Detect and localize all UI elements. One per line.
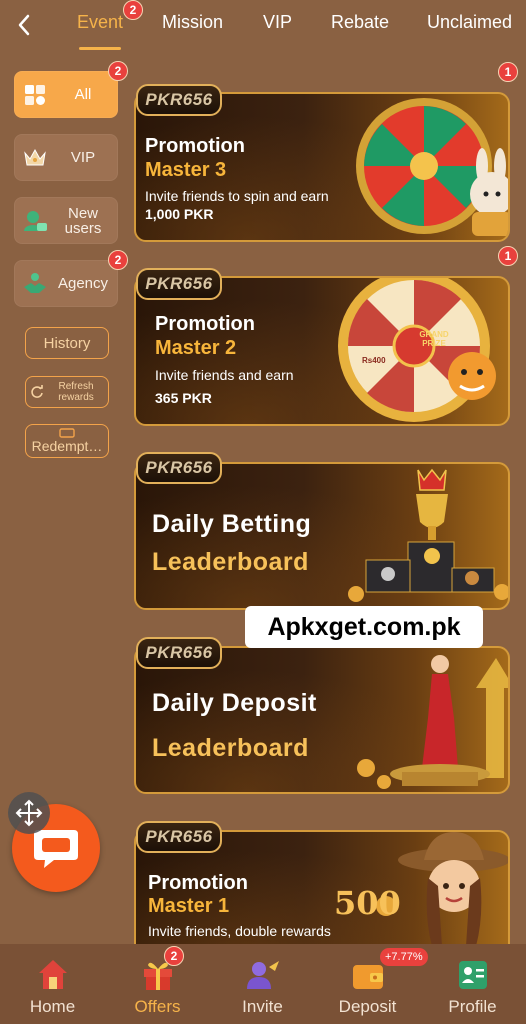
nav-label: Home bbox=[29, 997, 76, 1016]
brand-logo-tag: PKR656 bbox=[136, 821, 222, 853]
deposit-winner-icon bbox=[357, 655, 508, 789]
sidebar-item-label: New users bbox=[64, 204, 102, 237]
banner-2-badge: 1 bbox=[498, 246, 518, 266]
crown-icon bbox=[22, 145, 48, 171]
handshake-icon bbox=[22, 271, 48, 297]
refresh-label: Refresh rewards bbox=[58, 381, 94, 403]
nav-invite[interactable]: Invite bbox=[210, 944, 315, 1024]
nav-label: Offers bbox=[134, 997, 181, 1016]
new-user-icon bbox=[22, 208, 48, 234]
grid-icon bbox=[22, 82, 48, 108]
sidebar-item-label: VIP bbox=[70, 149, 96, 166]
nav-label: Invite bbox=[242, 997, 283, 1016]
tab-event[interactable]: Event bbox=[77, 12, 123, 33]
sidebar-all-badge: 2 bbox=[108, 61, 128, 81]
sidebar-item-label: All bbox=[74, 86, 92, 103]
brand-logo-tag: PKR656 bbox=[136, 637, 222, 669]
brand-logo-tag: PKR656 bbox=[136, 84, 222, 116]
move-arrows-icon bbox=[15, 799, 43, 827]
chat-bubble-icon bbox=[34, 830, 78, 868]
bottom-navigation: Home Offers Invite Deposit Profile bbox=[0, 944, 526, 1024]
banner-description: Invite friends, double rewards bbox=[148, 923, 331, 939]
refresh-rewards-button[interactable]: Refresh rewards bbox=[25, 376, 109, 408]
redemption-label: Redempt… bbox=[31, 438, 103, 454]
banner-title: Promotion bbox=[155, 313, 255, 335]
banner-title: Promotion bbox=[145, 135, 245, 157]
banner-title: Daily Deposit bbox=[152, 689, 317, 717]
wheel-grand-prize-label: GRAND PRIZE bbox=[419, 330, 449, 348]
nav-profile[interactable]: Profile bbox=[420, 944, 525, 1024]
profile-icon bbox=[455, 956, 491, 992]
home-icon bbox=[35, 956, 71, 992]
sidebar-item-new-users[interactable]: New users bbox=[14, 197, 118, 244]
banner-description: Invite friends to spin and earn bbox=[145, 188, 329, 204]
nav-home[interactable]: Home bbox=[0, 944, 105, 1024]
tab-event-badge: 2 bbox=[123, 0, 143, 20]
banner-subtitle: Leaderboard bbox=[152, 734, 309, 762]
brand-logo-tag: PKR656 bbox=[136, 452, 222, 484]
invite-icon bbox=[245, 956, 281, 992]
banner-description: Invite friends and earn bbox=[155, 367, 294, 383]
history-button[interactable]: History bbox=[25, 327, 109, 359]
banner-subtitle: Leaderboard bbox=[152, 548, 309, 576]
banner-amount: 1,000 PKR bbox=[145, 206, 214, 222]
sidebar-item-all[interactable]: All bbox=[14, 71, 118, 118]
tab-vip[interactable]: VIP bbox=[263, 12, 292, 33]
tab-active-indicator bbox=[79, 47, 121, 50]
back-button[interactable] bbox=[10, 10, 38, 40]
trophy-podium-icon bbox=[348, 468, 508, 602]
wallet-icon bbox=[350, 956, 386, 992]
refresh-icon bbox=[31, 385, 43, 398]
chevron-left-icon bbox=[18, 14, 30, 36]
redemption-button[interactable]: Redempt… bbox=[25, 424, 109, 458]
sidebar-item-vip[interactable]: VIP bbox=[14, 134, 118, 181]
banner-amount: 365 PKR bbox=[155, 390, 212, 406]
banner-title: Promotion bbox=[148, 872, 248, 894]
nav-offers[interactable]: Offers bbox=[105, 944, 210, 1024]
tab-rebate[interactable]: Rebate bbox=[331, 12, 389, 33]
sidebar-item-label: Agency bbox=[57, 275, 109, 292]
nav-offers-badge: 2 bbox=[164, 946, 184, 966]
top-tab-bar: Event 2 Mission VIP Rebate Unclaimed bbox=[0, 0, 526, 52]
reward-amount-graphic: 500 bbox=[334, 884, 401, 922]
prize-wheel-icon bbox=[356, 98, 508, 236]
wheel-segment-label: Rs400 bbox=[362, 356, 386, 365]
banner-title: Daily Betting bbox=[152, 510, 312, 538]
brand-logo-tag: PKR656 bbox=[136, 268, 222, 300]
prize-wheel-icon bbox=[338, 278, 496, 422]
drag-handle[interactable] bbox=[8, 792, 50, 834]
banner-1-badge: 1 bbox=[498, 62, 518, 82]
tab-mission[interactable]: Mission bbox=[162, 12, 223, 33]
watermark: Apkxget.com.pk bbox=[245, 606, 483, 648]
nav-label: Profile bbox=[448, 997, 497, 1016]
nav-label: Deposit bbox=[338, 997, 397, 1016]
banner-subtitle: Master 2 bbox=[155, 337, 237, 359]
ticket-icon bbox=[59, 428, 75, 438]
nav-deposit-badge: +7.77% bbox=[380, 948, 428, 966]
sidebar-agency-badge: 2 bbox=[108, 250, 128, 270]
tab-unclaimed[interactable]: Unclaimed bbox=[427, 12, 512, 33]
banner-subtitle: Master 1 bbox=[148, 895, 230, 917]
banner-subtitle: Master 3 bbox=[145, 159, 227, 181]
sidebar-item-agency[interactable]: Agency bbox=[14, 260, 118, 307]
